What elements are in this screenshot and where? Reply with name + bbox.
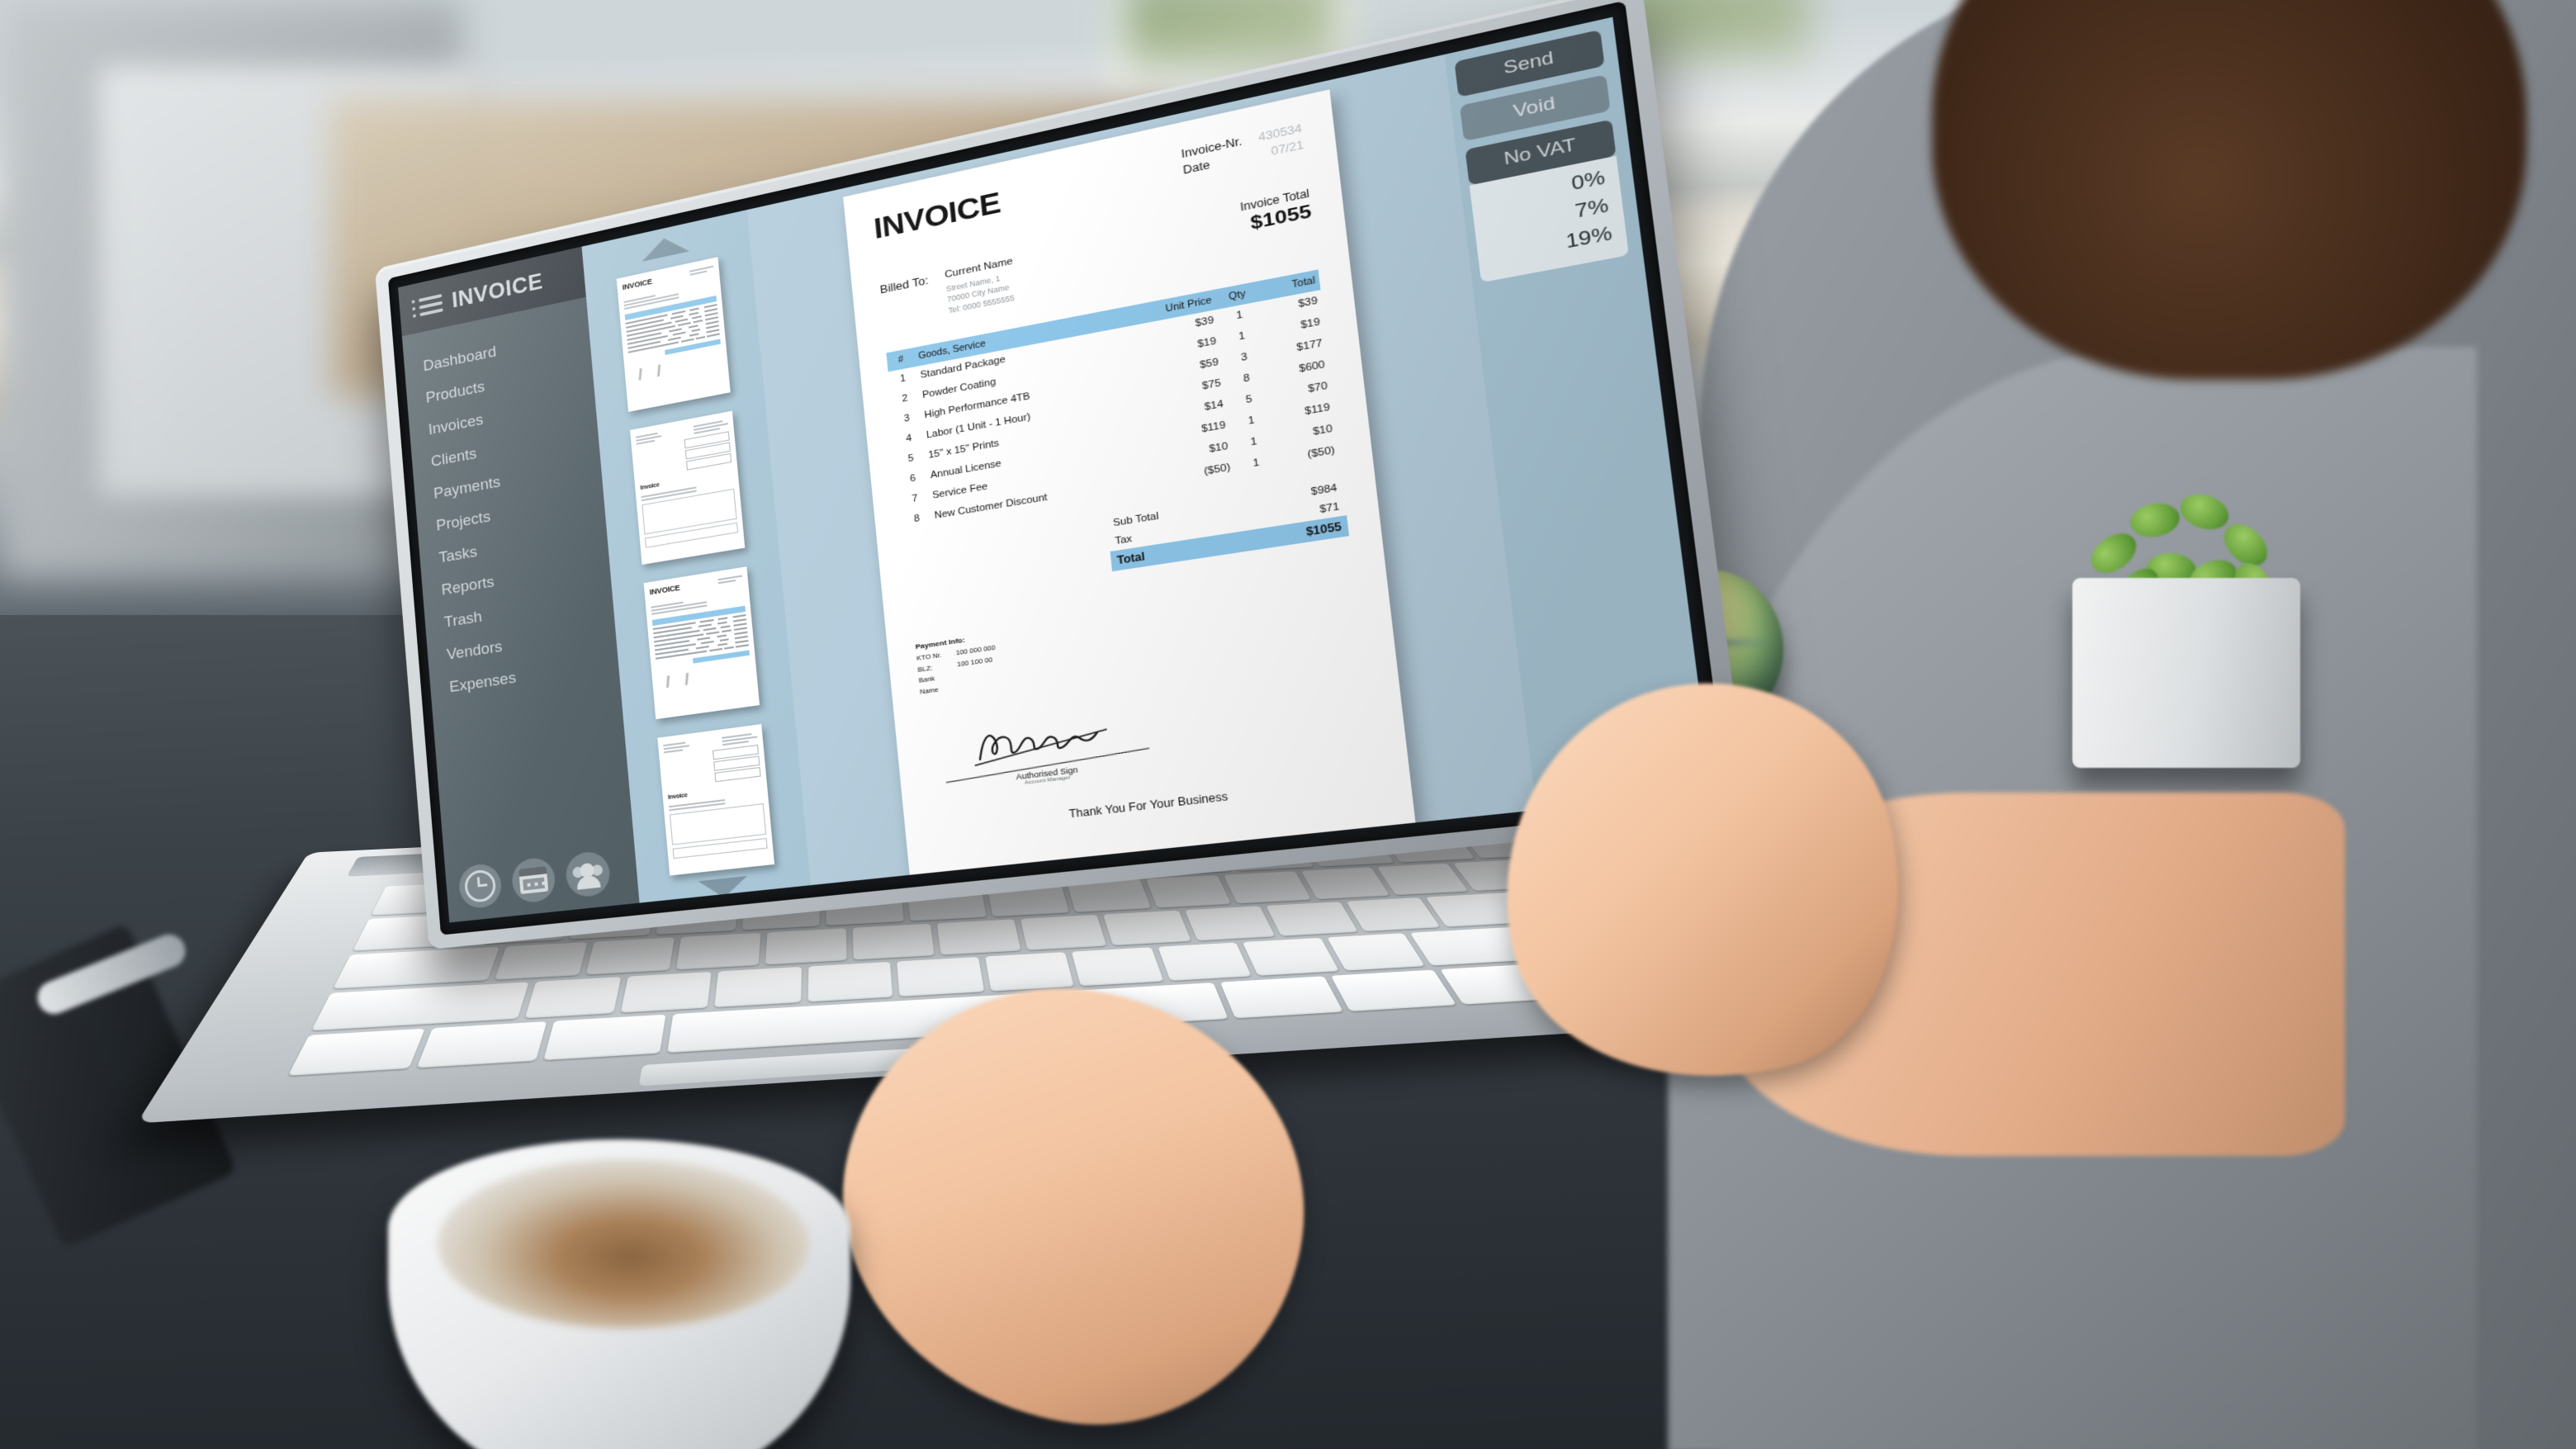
photo-scene: INVOICE Dashboard Products Invoices Clie… [0, 0, 2576, 1449]
users-icon[interactable] [564, 850, 612, 899]
payment-key: Bank Name [918, 674, 940, 696]
laptop: INVOICE Dashboard Products Invoices Clie… [136, 0, 1835, 1124]
signature-block: Authorised Sign Account Manager [941, 706, 1153, 795]
key[interactable] [1346, 897, 1441, 932]
key[interactable] [494, 941, 587, 981]
key[interactable] [542, 1014, 666, 1061]
thumbnail-item[interactable]: Invoice [630, 410, 746, 565]
key[interactable] [675, 932, 761, 970]
thumbnail-item[interactable]: Invoice [657, 723, 775, 876]
window-pane [1123, 0, 1338, 66]
thumbnail-item[interactable]: INVOICE [643, 566, 760, 720]
plant-pot [2072, 578, 2300, 768]
key[interactable] [333, 946, 500, 989]
key[interactable] [1300, 867, 1390, 900]
key[interactable] [1266, 902, 1359, 936]
key[interactable] [984, 952, 1075, 992]
page-title: INVOICE [872, 185, 1002, 246]
key[interactable] [714, 967, 802, 1007]
coffee-cup-interior [438, 1159, 809, 1328]
list-icon[interactable] [411, 293, 443, 318]
signature-mark [969, 710, 1120, 769]
key[interactable] [765, 928, 847, 965]
key[interactable] [416, 1020, 547, 1068]
key[interactable] [1145, 875, 1232, 908]
key[interactable] [1020, 914, 1107, 951]
key[interactable] [1219, 975, 1343, 1019]
key[interactable] [524, 977, 621, 1019]
key[interactable] [1185, 906, 1276, 941]
key[interactable] [1072, 947, 1164, 987]
key[interactable] [897, 957, 984, 997]
invoice-meta: Invoice-Nr. Date 430534 07/21 [1181, 120, 1305, 178]
thumbnail-item[interactable]: INVOICE [616, 257, 731, 412]
clock-icon[interactable] [457, 862, 504, 910]
row-number: 8 [913, 513, 921, 525]
key[interactable] [1103, 910, 1191, 946]
key[interactable] [852, 923, 935, 960]
sidebar-nav: Dashboard Products Invoices Clients Paym… [402, 297, 620, 708]
key[interactable] [1158, 942, 1252, 981]
key[interactable] [1243, 937, 1339, 976]
thumbnail-list: INVOICE Invoice INVOICE Invoice [616, 257, 775, 876]
key[interactable] [620, 972, 712, 1013]
key[interactable] [1327, 933, 1426, 971]
billed-to-label: Billed To: [879, 273, 930, 296]
document-canvas: INVOICE Invoice-Nr. Date 430534 07/21 In… [746, 54, 1537, 886]
key[interactable] [585, 937, 675, 975]
payment-info: Payment Info: KTO Nr. 100 000 000 BLZ: 100… [915, 630, 1000, 698]
key[interactable] [1377, 863, 1469, 896]
key[interactable] [311, 982, 529, 1031]
sidebar-footer [445, 847, 640, 923]
key[interactable] [1224, 871, 1312, 904]
key[interactable] [1330, 969, 1456, 1012]
app-brand: INVOICE [451, 268, 544, 312]
triangle-up-icon[interactable] [640, 233, 689, 262]
calendar-icon[interactable] [510, 855, 557, 905]
invoice-document: INVOICE Invoice-Nr. Date 430534 07/21 In… [843, 89, 1417, 880]
triangle-down-icon[interactable] [698, 876, 749, 901]
key[interactable] [287, 1028, 425, 1076]
key[interactable] [936, 919, 1021, 955]
key[interactable] [807, 962, 893, 1002]
